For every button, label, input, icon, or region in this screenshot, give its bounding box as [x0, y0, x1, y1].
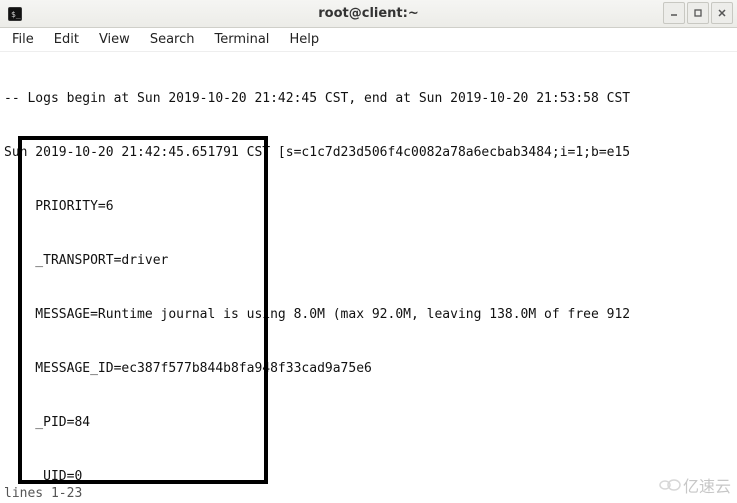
menu-search[interactable]: Search [142, 30, 203, 49]
menu-terminal[interactable]: Terminal [206, 30, 277, 49]
log-line: _TRANSPORT=driver [4, 252, 735, 270]
log-line: _PID=84 [4, 414, 735, 432]
terminal-icon: $_ [6, 5, 24, 23]
menu-file[interactable]: File [4, 30, 42, 49]
window-title: root@client:~ [0, 6, 737, 21]
window-controls [663, 2, 733, 24]
terminal-area[interactable]: -- Logs begin at Sun 2019-10-20 21:42:45… [0, 52, 737, 503]
menu-view[interactable]: View [91, 30, 138, 49]
log-line: Sun 2019-10-20 21:42:45.651791 CST [s=c1… [4, 144, 735, 162]
log-line: -- Logs begin at Sun 2019-10-20 21:42:45… [4, 90, 735, 108]
log-line: PRIORITY=6 [4, 198, 735, 216]
menubar: File Edit View Search Terminal Help [0, 28, 737, 52]
maximize-button[interactable] [687, 2, 709, 24]
menu-help[interactable]: Help [281, 30, 327, 49]
svg-text:$_: $_ [11, 10, 21, 19]
close-button[interactable] [711, 2, 733, 24]
pager-status: lines 1-23 [0, 485, 86, 503]
log-line: MESSAGE_ID=ec387f577b844b8fa948f33cad9a7… [4, 360, 735, 378]
menu-edit[interactable]: Edit [46, 30, 87, 49]
minimize-button[interactable] [663, 2, 685, 24]
titlebar: $_ root@client:~ [0, 0, 737, 28]
log-line: _UID=0 [4, 468, 735, 486]
log-line: MESSAGE=Runtime journal is using 8.0M (m… [4, 306, 735, 324]
